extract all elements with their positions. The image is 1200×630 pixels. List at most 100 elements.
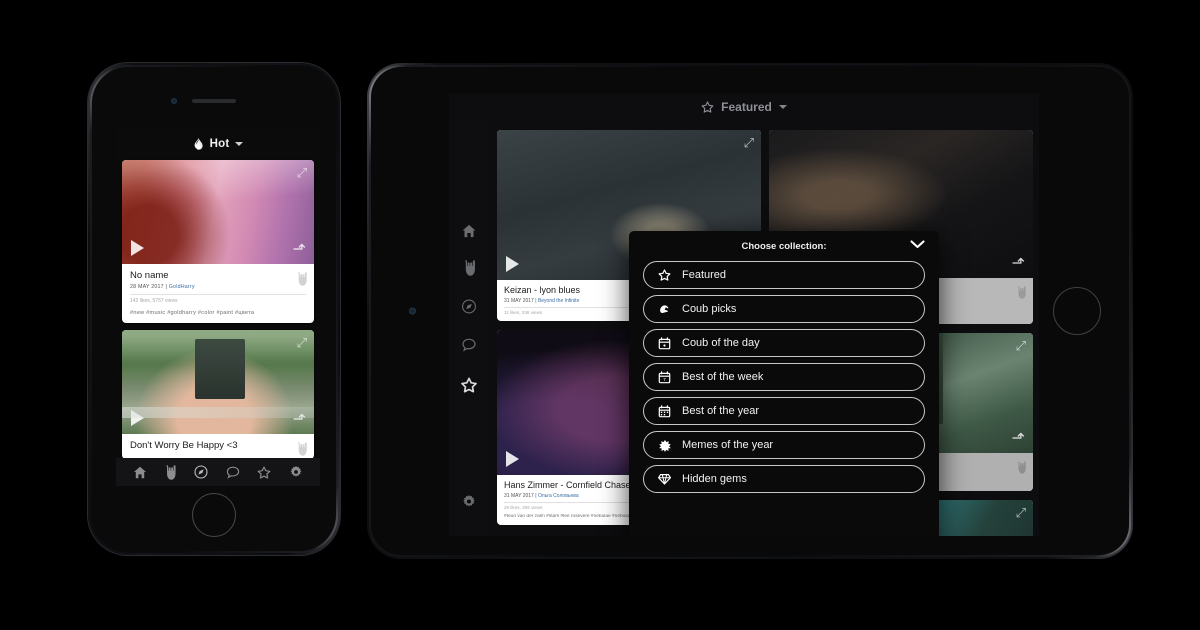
play-icon[interactable] (131, 240, 144, 256)
divider (130, 294, 306, 296)
svg-text:7: 7 (663, 377, 666, 382)
flame-icon (193, 137, 204, 151)
video-card[interactable]: ⤢ ⬏ No name 28 MAY 2017 | GoldHarry 142 … (122, 160, 314, 324)
collection-item-coub-of-the-day[interactable]: Coub of the day (643, 329, 925, 357)
gear-icon[interactable] (289, 465, 303, 479)
meta-separator: | (535, 492, 537, 499)
rock-hand-icon[interactable] (296, 442, 307, 457)
play-icon[interactable] (131, 410, 144, 427)
home-icon[interactable] (461, 224, 476, 238)
video-meta: 28 MAY 2017 | GoldHarry (130, 284, 306, 290)
meta-separator: | (165, 284, 168, 291)
collection-item-memes-of-the-year[interactable]: Memes of the year (643, 431, 925, 459)
tablet-screen: Featured ⤢ Keizan - lyon blues 31 MAY 20… (449, 93, 1039, 536)
phone-device: Hot ⤢ ⬏ No name 28 MAY 2017 | GoldHarry … (88, 63, 340, 555)
collection-item-coub-picks[interactable]: Coub picks (643, 295, 925, 323)
star-icon (658, 269, 671, 281)
share-icon[interactable]: ⬏ (293, 412, 306, 428)
meme-burst-icon (658, 439, 671, 452)
modal-header: Choose collection: (629, 231, 939, 261)
play-icon[interactable] (506, 256, 519, 272)
collection-item-label: Featured (682, 269, 727, 281)
collection-item-best-of-the-year[interactable]: Best of the year (643, 397, 925, 425)
tablet-body: Featured ⤢ Keizan - lyon blues 31 MAY 20… (371, 67, 1129, 555)
tablet-feed: ⤢ ⬏ Keizan - lyon blues 31 MAY 2017 (488, 121, 1039, 536)
star-icon[interactable] (460, 377, 477, 393)
front-camera-icon (171, 98, 177, 104)
rock-hand-icon[interactable] (1016, 461, 1026, 474)
share-icon[interactable]: ⬏ (1012, 431, 1025, 447)
screenshot-stage: Hot ⤢ ⬏ No name 28 MAY 2017 | GoldHarry … (0, 0, 1200, 630)
compass-icon[interactable] (461, 299, 476, 314)
video-stats: 142 likes, 5757 views (130, 298, 178, 305)
modal-title: Choose collection: (741, 240, 827, 252)
tablet-main: ⤢ ⬏ Keizan - lyon blues 31 MAY 2017 (449, 121, 1039, 536)
play-icon[interactable] (506, 450, 519, 467)
expand-icon[interactable]: ⤢ (297, 336, 307, 349)
video-title: Don't Worry Be Happy <3 (130, 440, 238, 452)
collection-item-hidden-gems[interactable]: Hidden gems (643, 465, 925, 493)
collection-item-label: Memes of the year (682, 439, 774, 451)
tablet-sidebar (449, 121, 488, 536)
share-icon[interactable]: ⬏ (293, 242, 306, 258)
collection-item-label: Coub of the day (682, 337, 760, 349)
collection-item-label: Best of the week (682, 371, 764, 383)
phone-home-button[interactable] (192, 493, 236, 537)
calendar-day-icon (658, 336, 671, 350)
chat-bubble-icon[interactable] (226, 466, 240, 479)
share-icon[interactable]: ⬏ (1012, 256, 1025, 272)
star-icon[interactable] (257, 466, 271, 479)
expand-icon[interactable]: ⤢ (1016, 339, 1026, 352)
collection-item-label: Hidden gems (682, 473, 747, 485)
phone-screen: Hot ⤢ ⬏ No name 28 MAY 2017 | GoldHarry … (116, 128, 320, 486)
video-author[interactable]: Ольга Соловьева (538, 493, 579, 499)
phone-bottom-nav (116, 458, 320, 486)
rock-hand-icon[interactable] (164, 464, 177, 480)
video-author[interactable]: GoldHarry (169, 284, 195, 290)
chevron-down-icon (778, 105, 787, 109)
collection-item-featured[interactable]: Featured (643, 261, 925, 289)
hand-pick-icon (658, 303, 671, 315)
calendar-year-icon (658, 404, 671, 418)
video-card[interactable]: ⤢ ⬏ Don't Worry Be Happy <3 (122, 330, 314, 459)
chat-bubble-icon[interactable] (461, 338, 476, 352)
collection-item-label: Coub picks (682, 303, 737, 315)
video-thumbnail[interactable]: ⤢ ⬏ (122, 330, 314, 435)
rock-hand-icon[interactable] (462, 260, 475, 276)
phone-feed-selector[interactable]: Hot (116, 128, 320, 160)
phone-body: Hot ⤢ ⬏ No name 28 MAY 2017 | GoldHarry … (92, 67, 336, 551)
chevron-down-icon[interactable] (910, 240, 925, 249)
collection-list: Featured Coub picks Coub of the day 7 Be… (629, 261, 939, 493)
gear-icon[interactable] (461, 494, 476, 509)
phone-feed-list: ⤢ ⬏ No name 28 MAY 2017 | GoldHarry 142 … (116, 160, 320, 459)
tablet-device: Featured ⤢ Keizan - lyon blues 31 MAY 20… (367, 63, 1133, 559)
tablet-collection-label: Featured (721, 100, 772, 114)
video-author[interactable]: Beyond the Infinite (538, 298, 579, 304)
video-card-info: No name 28 MAY 2017 | GoldHarry 142 like… (122, 264, 314, 323)
earpiece-speaker (192, 99, 236, 103)
video-tags[interactable]: #new #music #goldharry #color #paint #цв… (130, 310, 306, 316)
choose-collection-modal: Choose collection: Featured Coub picks C… (629, 231, 939, 536)
front-camera-icon (409, 307, 416, 315)
expand-icon[interactable]: ⤢ (1016, 506, 1026, 519)
star-icon (701, 101, 714, 113)
rock-hand-icon[interactable] (1016, 286, 1026, 299)
expand-icon[interactable]: ⤢ (297, 166, 307, 179)
tablet-collection-selector[interactable]: Featured (449, 93, 1039, 121)
compass-icon[interactable] (194, 465, 208, 479)
video-thumbnail[interactable]: ⤢ ⬏ (122, 160, 314, 264)
phone-feed-label: Hot (209, 138, 230, 150)
collection-item-label: Best of the year (682, 405, 760, 417)
meta-separator: | (535, 297, 537, 304)
video-card-info: Don't Worry Be Happy <3 (122, 434, 314, 458)
calendar-week-icon: 7 (658, 370, 671, 384)
tablet-home-button[interactable] (1053, 287, 1101, 335)
gem-icon (658, 473, 671, 485)
collection-item-best-of-the-week[interactable]: 7 Best of the week (643, 363, 925, 391)
rock-hand-icon[interactable] (296, 272, 307, 286)
chevron-down-icon (235, 142, 244, 146)
video-title: No name (130, 270, 169, 281)
expand-icon[interactable]: ⤢ (744, 136, 754, 149)
video-date: 31 MAY 2017 (504, 297, 534, 304)
home-icon[interactable] (133, 466, 147, 479)
